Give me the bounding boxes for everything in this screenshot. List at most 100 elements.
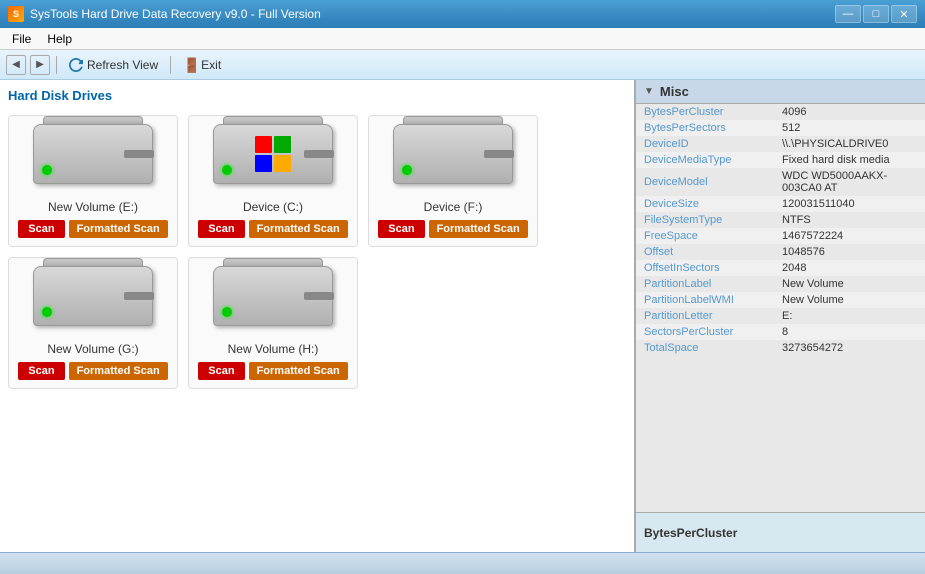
hdd-light: [42, 165, 52, 175]
prop-value: 3273654272: [776, 340, 925, 356]
prop-key: DeviceMediaType: [636, 152, 776, 168]
collapse-icon: ▼: [644, 86, 654, 97]
prop-row: DeviceSize 120031511040: [636, 196, 925, 212]
hdd-connector-h: [304, 292, 334, 300]
hdd-connector-c: [304, 150, 334, 158]
toolbar-divider-2: [170, 56, 171, 74]
hdd-body-h: [213, 266, 333, 326]
prop-value: New Volume: [776, 276, 925, 292]
props-section-label: Misc: [660, 84, 689, 99]
prop-value: 4096: [776, 104, 925, 120]
prop-value: \\.\PHYSICALDRIVE0: [776, 136, 925, 152]
refresh-button[interactable]: Refresh View: [63, 56, 164, 74]
hdd-connector-g: [124, 292, 154, 300]
hdd-body-g: [33, 266, 153, 326]
drive-grid: New Volume (E:) Scan Formatted Scan: [8, 115, 626, 389]
title-controls: — □ ✕: [835, 5, 917, 23]
windows-logo: [255, 136, 291, 172]
bottom-status: BytesPerCluster: [636, 512, 925, 552]
prop-row: SectorsPerCluster 8: [636, 324, 925, 340]
prop-value: NTFS: [776, 212, 925, 228]
window-title: SysTools Hard Drive Data Recovery v9.0 -…: [30, 7, 321, 21]
scan-button-f[interactable]: Scan: [378, 220, 424, 238]
left-panel: Hard Disk Drives New Volume (E:) Scan Fo…: [0, 80, 635, 552]
prop-key: Offset: [636, 244, 776, 260]
menu-file[interactable]: File: [4, 30, 39, 48]
drive-buttons-e: Scan Formatted Scan: [18, 220, 167, 238]
drive-item-e: New Volume (E:) Scan Formatted Scan: [8, 115, 178, 247]
status-bar: [0, 552, 925, 574]
formatted-scan-button-e[interactable]: Formatted Scan: [69, 220, 168, 238]
prop-key: DeviceSize: [636, 196, 776, 212]
maximize-button[interactable]: □: [863, 5, 889, 23]
prop-row: FileSystemType NTFS: [636, 212, 925, 228]
prop-key: FreeSpace: [636, 228, 776, 244]
prop-key: OffsetInSectors: [636, 260, 776, 276]
toolbar: ◀ ▶ Refresh View 🚪 Exit: [0, 50, 925, 80]
win-q3: [255, 155, 272, 172]
minimize-button[interactable]: —: [835, 5, 861, 23]
prop-key: BytesPerCluster: [636, 104, 776, 120]
main-content: Hard Disk Drives New Volume (E:) Scan Fo…: [0, 80, 925, 552]
drive-icon-h: [213, 266, 333, 336]
prop-key: BytesPerSectors: [636, 120, 776, 136]
drive-label-e: New Volume (E:): [48, 200, 138, 214]
menu-help[interactable]: Help: [39, 30, 80, 48]
prop-row: PartitionLabel New Volume: [636, 276, 925, 292]
hdd-body-c: [213, 124, 333, 184]
prop-value: 8: [776, 324, 925, 340]
prop-value: 1048576: [776, 244, 925, 260]
prop-value: 2048: [776, 260, 925, 276]
prop-value: 1467572224: [776, 228, 925, 244]
formatted-scan-button-f[interactable]: Formatted Scan: [429, 220, 528, 238]
prop-row: FreeSpace 1467572224: [636, 228, 925, 244]
scan-button-c[interactable]: Scan: [198, 220, 244, 238]
prop-key: PartitionLabelWMI: [636, 292, 776, 308]
bottom-status-label: BytesPerCluster: [644, 526, 737, 540]
prop-key: TotalSpace: [636, 340, 776, 356]
hdd-connector: [124, 150, 154, 158]
formatted-scan-button-h[interactable]: Formatted Scan: [249, 362, 348, 380]
prop-row: TotalSpace 3273654272: [636, 340, 925, 356]
prop-row: PartitionLabelWMI New Volume: [636, 292, 925, 308]
prop-key: SectorsPerCluster: [636, 324, 776, 340]
prop-value: 512: [776, 120, 925, 136]
prop-row: BytesPerSectors 512: [636, 120, 925, 136]
formatted-scan-button-c[interactable]: Formatted Scan: [249, 220, 348, 238]
win-q1: [255, 136, 272, 153]
prop-row: BytesPerCluster 4096: [636, 104, 925, 120]
prop-key: PartitionLetter: [636, 308, 776, 324]
win-q2: [274, 136, 291, 153]
prop-value: WDC WD5000AAKX-003CA0 AT: [776, 168, 925, 196]
prop-row: DeviceMediaType Fixed hard disk media: [636, 152, 925, 168]
close-button[interactable]: ✕: [891, 5, 917, 23]
scan-button-h[interactable]: Scan: [198, 362, 244, 380]
scan-button-g[interactable]: Scan: [18, 362, 64, 380]
exit-label: Exit: [201, 58, 221, 72]
prop-key: DeviceModel: [636, 168, 776, 196]
hdd-body-f: [393, 124, 513, 184]
menu-bar: File Help: [0, 28, 925, 50]
hdd-body: [33, 124, 153, 184]
nav-forward-button[interactable]: ▶: [30, 55, 50, 75]
drive-buttons-h: Scan Formatted Scan: [198, 362, 347, 380]
props-panel: ▼ Misc BytesPerCluster 4096 BytesPerSect…: [636, 80, 925, 512]
hdd-light-h: [222, 307, 232, 317]
prop-value: E:: [776, 308, 925, 324]
drive-buttons-g: Scan Formatted Scan: [18, 362, 167, 380]
scan-button-e[interactable]: Scan: [18, 220, 64, 238]
nav-back-button[interactable]: ◀: [6, 55, 26, 75]
drive-item-c: Device (C:) Scan Formatted Scan: [188, 115, 358, 247]
props-header[interactable]: ▼ Misc: [636, 80, 925, 104]
win-q4: [274, 155, 291, 172]
prop-row: Offset 1048576: [636, 244, 925, 260]
drive-buttons-c: Scan Formatted Scan: [198, 220, 347, 238]
exit-button[interactable]: 🚪 Exit: [177, 56, 227, 74]
prop-key: PartitionLabel: [636, 276, 776, 292]
drive-item-f: Device (F:) Scan Formatted Scan: [368, 115, 538, 247]
drive-label-f: Device (F:): [424, 200, 483, 214]
prop-row: OffsetInSectors 2048: [636, 260, 925, 276]
formatted-scan-button-g[interactable]: Formatted Scan: [69, 362, 168, 380]
props-table: BytesPerCluster 4096 BytesPerSectors 512…: [636, 104, 925, 356]
title-bar-left: S SysTools Hard Drive Data Recovery v9.0…: [8, 6, 321, 22]
